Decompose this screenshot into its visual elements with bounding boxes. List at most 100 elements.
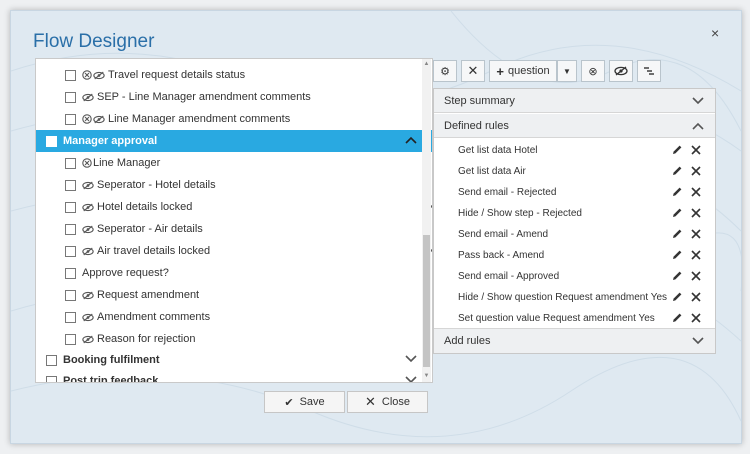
required-toggle-button[interactable]: ⊗: [581, 60, 605, 82]
close-button[interactable]: ✕ Close: [347, 391, 428, 413]
step-summary-header[interactable]: Step summary: [434, 89, 715, 113]
hidden-icon: [82, 93, 97, 102]
settings-button[interactable]: ⚙: [433, 60, 457, 82]
checkbox[interactable]: [65, 91, 76, 103]
rule-item: Send email - Rejected: [434, 182, 715, 203]
tree-item[interactable]: Post trip feedback: [36, 370, 432, 383]
tree-item[interactable]: Line Manager: [36, 152, 432, 174]
tree-item-label: Seperator - Hotel details: [97, 179, 216, 191]
tree-item[interactable]: Request amendment: [36, 284, 432, 306]
chevron-down-icon[interactable]: [404, 352, 418, 366]
save-button[interactable]: ✔ Save: [264, 391, 345, 413]
add-question-button[interactable]: + question: [489, 60, 557, 82]
rule-label: Send email - Amend: [458, 229, 549, 240]
delete-button[interactable]: ✕: [461, 60, 485, 82]
checkbox[interactable]: [46, 354, 57, 366]
indent-button[interactable]: [637, 60, 661, 82]
visibility-toggle-button[interactable]: [609, 60, 633, 82]
checkbox[interactable]: [65, 69, 76, 81]
pencil-icon[interactable]: [671, 207, 683, 219]
tree-item[interactable]: Amendment comments: [36, 306, 432, 328]
tree-scrollbar[interactable]: ▲ ▼: [422, 59, 431, 382]
caret-down-icon: ▼: [563, 66, 571, 76]
pencil-icon[interactable]: [671, 186, 683, 198]
tree-item-label: Air travel details locked: [97, 245, 211, 257]
eye-slash-icon: [614, 66, 628, 76]
tree-item-label: Travel request details status: [108, 69, 246, 81]
delete-icon[interactable]: [690, 228, 702, 240]
checkbox[interactable]: [65, 333, 76, 345]
rules-toolbar: ⚙ ✕ + question ▼ ⊗: [433, 60, 665, 84]
tree-item[interactable]: Seperator - Hotel details: [36, 174, 432, 196]
hidden-icon: [93, 71, 108, 80]
delete-icon[interactable]: [690, 291, 702, 303]
scroll-thumb[interactable]: [423, 235, 430, 367]
indent-icon: [644, 67, 654, 75]
tree-item-label: Reason for rejection: [97, 333, 196, 345]
hidden-icon: [82, 203, 97, 212]
checkbox[interactable]: [65, 289, 76, 301]
rules-panel: Step summary Defined rules Get list data…: [433, 88, 716, 354]
tree-item[interactable]: SEP - Line Manager amendment comments: [36, 86, 432, 108]
tree-item[interactable]: Travel request details status: [36, 64, 432, 86]
rule-label: Send email - Rejected: [458, 187, 557, 198]
checkbox[interactable]: [65, 311, 76, 323]
tree-item[interactable]: Air travel details locked: [36, 240, 432, 262]
pencil-icon[interactable]: [671, 165, 683, 177]
hidden-icon: [82, 335, 97, 344]
pencil-icon[interactable]: [671, 291, 683, 303]
checkbox[interactable]: [65, 201, 76, 213]
checkbox[interactable]: [46, 135, 57, 147]
checkbox[interactable]: [65, 179, 76, 191]
chevron-down-icon: [692, 97, 704, 105]
delete-icon[interactable]: [690, 207, 702, 219]
add-rules-header[interactable]: Add rules: [434, 328, 715, 353]
pencil-icon[interactable]: [671, 249, 683, 261]
checkbox[interactable]: [65, 245, 76, 257]
tree-item-label: Post trip feedback: [63, 375, 159, 383]
hidden-icon: [82, 313, 97, 322]
tree-item[interactable]: Hotel details locked: [36, 196, 432, 218]
delete-icon[interactable]: [690, 249, 702, 261]
hidden-icon: [82, 291, 97, 300]
tree-item[interactable]: Line Manager amendment comments: [36, 108, 432, 130]
checkbox[interactable]: [65, 223, 76, 235]
tree-item[interactable]: Seperator - Air details: [36, 218, 432, 240]
tree-item-label: Line Manager: [93, 157, 161, 169]
delete-icon[interactable]: [690, 144, 702, 156]
checkbox[interactable]: [46, 375, 57, 382]
close-icon[interactable]: ×: [711, 25, 719, 41]
tree-item[interactable]: Booking fulfilment: [36, 349, 432, 371]
tree-item[interactable]: Manager approval: [36, 130, 432, 152]
checkbox[interactable]: [65, 157, 76, 169]
tree-item-label: Hotel details locked: [97, 201, 193, 213]
flow-designer-dialog: Flow Designer × Travel request details s…: [10, 10, 742, 444]
pencil-icon[interactable]: [671, 270, 683, 282]
delete-icon[interactable]: [690, 186, 702, 198]
pencil-icon[interactable]: [671, 312, 683, 324]
rule-label: Get list data Air: [458, 166, 526, 177]
pencil-icon[interactable]: [671, 228, 683, 240]
chevron-up-icon[interactable]: [404, 133, 418, 147]
tree-item-label: SEP - Line Manager amendment comments: [97, 91, 311, 103]
delete-icon[interactable]: [690, 312, 702, 324]
defined-rules-header[interactable]: Defined rules: [434, 114, 715, 138]
pencil-icon[interactable]: [671, 144, 683, 156]
tree-item[interactable]: Approve request?: [36, 262, 432, 284]
checkbox[interactable]: [65, 267, 76, 279]
delete-icon[interactable]: [690, 165, 702, 177]
scroll-down-icon[interactable]: ▼: [422, 372, 431, 380]
scroll-up-icon[interactable]: ▲: [422, 60, 431, 68]
close-icon: ✕: [467, 63, 479, 78]
delete-icon[interactable]: [690, 270, 702, 282]
close-icon: ✕: [364, 394, 376, 409]
chevron-down-icon[interactable]: [404, 373, 418, 383]
rule-label: Get list data Hotel: [458, 145, 538, 156]
gear-icon: ⚙: [440, 65, 450, 78]
rule-item: Hide / Show question Request amendment Y…: [434, 287, 715, 308]
rule-label: Hide / Show question Request amendment Y…: [458, 292, 668, 303]
tree-item[interactable]: Reason for rejection: [36, 328, 432, 350]
tree-item-label: Request amendment: [97, 289, 200, 301]
checkbox[interactable]: [65, 113, 76, 125]
add-dropdown-button[interactable]: ▼: [557, 60, 577, 82]
